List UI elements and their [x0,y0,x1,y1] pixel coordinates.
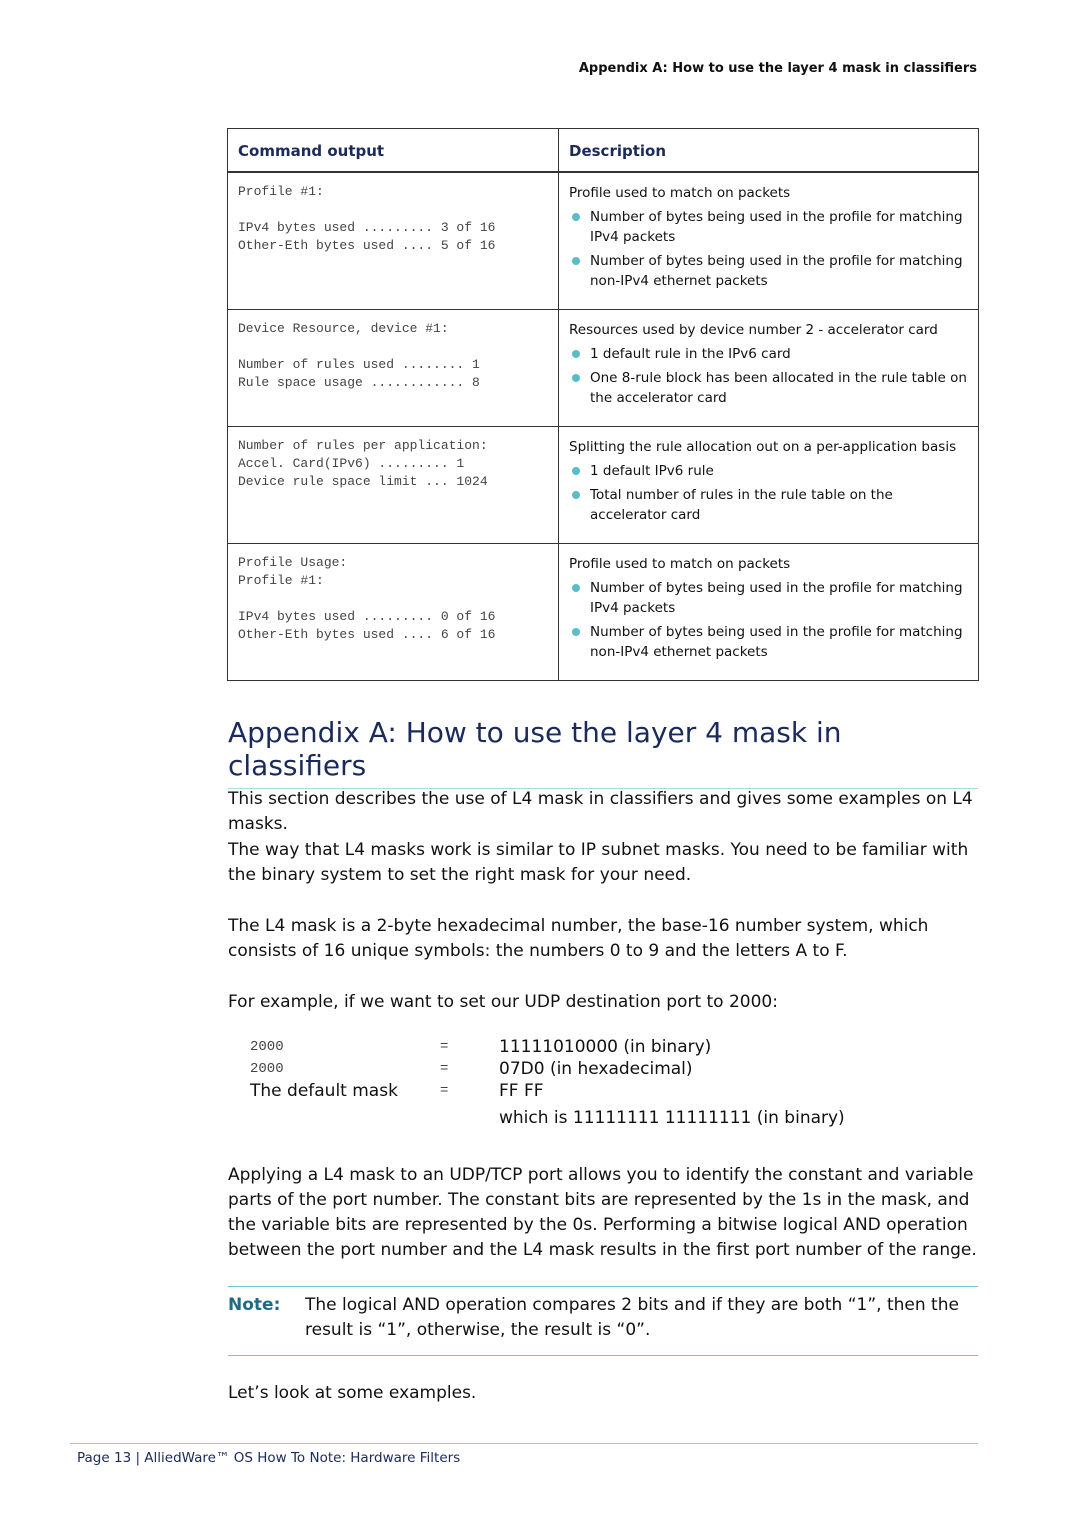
table-row: Profile #1: IPv4 bytes used ......... 3 … [227,171,979,310]
page-footer: Page 13 | AlliedWare™ OS How To Note: Ha… [77,1450,461,1466]
description-lead: Resources used by device number 2 - acce… [569,322,938,338]
equation-lhs [250,1107,440,1129]
bullet-text: Number of bytes being used in the profil… [590,253,963,289]
table-row: Profile Usage: Profile #1: IPv4 bytes us… [227,543,979,681]
command-output-cell: Profile Usage: Profile #1: IPv4 bytes us… [227,543,559,681]
equation-rhs: 11111010000 (in binary) [499,1037,712,1057]
bullet-icon [572,374,580,382]
equation-operator: = [440,1083,449,1099]
bullet-text: 1 default IPv6 rule [590,463,714,479]
description-bullets: 1 default rule in the IPv6 card One 8-ru… [569,344,968,408]
bullet-item: 1 default IPv6 rule [569,461,968,481]
bullet-icon [572,491,580,499]
equation-rhs: 07D0 (in hexadecimal) [499,1059,693,1079]
equation-lhs: 2000 [250,1061,284,1077]
equation-operator: = [440,1039,449,1055]
bullet-item: Total number of rules in the rule table … [569,485,968,525]
note-box: Note: The logical AND operation compares… [228,1286,978,1356]
description-bullets: Number of bytes being used in the profil… [569,578,968,662]
bullet-icon [572,628,580,636]
command-output-cell: Profile #1: IPv4 bytes used ......... 3 … [227,171,559,310]
paragraph-hex: The L4 mask is a 2-byte hexadecimal numb… [228,916,929,961]
equation-rhs: FF FF [499,1081,544,1101]
description-lead: Splitting the rule allocation out on a p… [569,439,957,455]
bullet-item: Number of bytes being used in the profil… [569,251,968,291]
bullet-item: Number of bytes being used in the profil… [569,578,968,618]
equation-row: The default mask = FF FF [250,1080,845,1102]
description-lead: Profile used to match on packets [569,556,791,572]
paragraph-mask-explanation: Applying a L4 mask to an UDP/TCP port al… [228,1165,977,1260]
bullet-icon [572,213,580,221]
header-command-output: Command output [227,128,559,173]
command-output-cell: Number of rules per application: Accel. … [227,426,559,544]
command-output-cell: Device Resource, device #1: Number of ru… [227,309,559,427]
paragraph-examples: Let’s look at some examples. [228,1383,477,1403]
section-heading: Appendix A: How to use the layer 4 mask … [228,716,978,789]
bullet-icon [572,584,580,592]
description-cell: Splitting the rule allocation out on a p… [558,426,979,544]
table-row: Device Resource, device #1: Number of ru… [227,309,979,427]
description-cell: Resources used by device number 2 - acce… [558,309,979,427]
bullet-item: 1 default rule in the IPv6 card [569,344,968,364]
note-text: The logical AND operation compares 2 bit… [305,1295,959,1340]
footer-divider [70,1443,978,1444]
bullet-item: Number of bytes being used in the profil… [569,622,968,662]
bullet-icon [572,350,580,358]
paragraph-subnet: The way that L4 masks work is similar to… [228,840,969,885]
equation-operator [440,1107,499,1129]
equation-lhs: 2000 [250,1039,284,1055]
description-bullets: Number of bytes being used in the profil… [569,207,968,291]
paragraph-intro: This section describes the use of L4 mas… [228,789,973,834]
running-head: Appendix A: How to use the layer 4 mask … [578,61,977,76]
bullet-icon [572,467,580,475]
bullet-text: Number of bytes being used in the profil… [590,580,963,616]
note-label: Note: [228,1295,281,1315]
bullet-text: One 8-rule block has been allocated in t… [590,370,967,406]
description-cell: Profile used to match on packets Number … [558,543,979,681]
command-output-table: Command output Description Profile #1: I… [227,128,979,681]
bullet-text: Number of bytes being used in the profil… [590,624,963,660]
equation-operator: = [440,1061,449,1077]
bullet-text: Total number of rules in the rule table … [590,487,893,523]
equation-row: 2000 = 07D0 (in hexadecimal) [250,1058,845,1080]
header-description: Description [558,128,979,173]
description-lead: Profile used to match on packets [569,185,791,201]
equation-row: which is 11111111 11111111 (in binary) [250,1107,845,1129]
equation-lhs: The default mask [250,1081,398,1101]
table-header-row: Command output Description [227,128,979,173]
equation-block: 2000 = 11111010000 (in binary) 2000 = 07… [250,1036,845,1129]
bullet-item: One 8-rule block has been allocated in t… [569,368,968,408]
bullet-text: Number of bytes being used in the profil… [590,209,963,245]
bullet-text: 1 default rule in the IPv6 card [590,346,791,362]
paragraph-example: For example, if we want to set our UDP d… [228,992,778,1012]
table-row: Number of rules per application: Accel. … [227,426,979,544]
equation-rhs: which is 11111111 11111111 (in binary) [499,1108,845,1128]
bullet-icon [572,257,580,265]
equation-row: 2000 = 11111010000 (in binary) [250,1036,845,1058]
description-cell: Profile used to match on packets Number … [558,171,979,310]
bullet-item: Number of bytes being used in the profil… [569,207,968,247]
description-bullets: 1 default IPv6 rule Total number of rule… [569,461,968,525]
